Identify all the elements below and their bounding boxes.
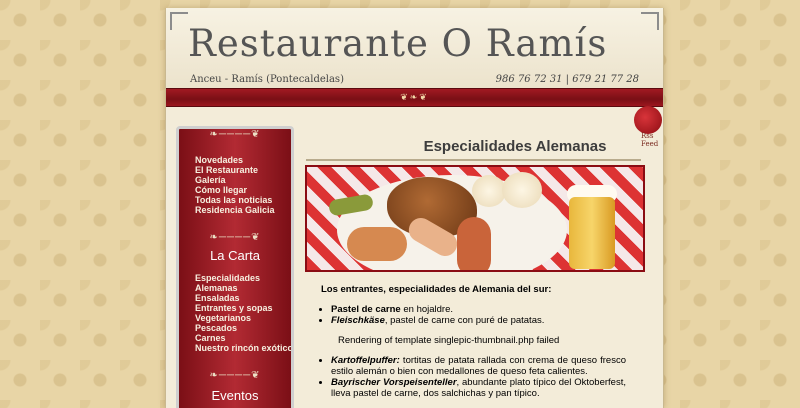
mash-shape [472,175,506,207]
carta-item-vegetarianos[interactable]: Vegetarianos [195,313,291,323]
dish-description: , pastel de carne con puré de patatas. [384,315,545,326]
dish-name: Pastel de carne [331,304,401,315]
menu-item-todas-las-noticias[interactable]: Todas las noticias [195,195,291,205]
rss-feed-icon[interactable] [634,106,662,134]
dish-name: Fleischkäse [331,315,385,326]
gallery-error-message: Rendering of template singlepic-thumbnai… [338,335,560,346]
sidebar-ornament: ❧────❦ [209,129,261,140]
dish-item: Kartoffelpuffer: tortitas de patata rall… [331,355,626,377]
corner-ornament [641,12,659,30]
dish-description: en hojaldre. [400,304,454,315]
carta-item-ensaladas[interactable]: Ensaladas [195,293,291,303]
food-photo [305,165,645,272]
band-ornament: ❦❧❦ [400,92,429,102]
rss-feed-label[interactable]: Rss Feed [641,132,663,148]
carta-heading: La Carta [210,248,260,263]
carta-item-rincon-exotico[interactable]: Nuestro rincón exótico [195,343,291,353]
menu-item-novedades[interactable]: Novedades [195,155,291,165]
menu-item-como-llegar[interactable]: Cómo llegar [195,185,291,195]
main-menu: Novedades El Restaurante Galería Cómo ll… [195,155,291,215]
dish-item: Pastel de carne en hojaldre. [331,304,626,315]
article-content: Los entrantes, especialidades de Alemani… [321,284,626,399]
dish-item: Bayrischer Vorspeisenteller, abundante p… [331,377,626,399]
sausage-shape [347,227,407,261]
page-wrapper: Restaurante O Ramís Anceu - Ramís (Ponte… [165,8,664,408]
carta-section: ❧────❦ La Carta Especialidades Alemanas … [179,232,291,353]
site-subtitle: Anceu - Ramís (Pontecaldelas) [190,74,344,85]
dish-name: Bayrischer Vorspeisenteller [331,377,457,388]
menu-item-residencia-galicia[interactable]: Residencia Galicia [195,205,291,215]
carta-menu: Especialidades Alemanas Ensaladas Entran… [195,273,291,353]
carta-item-especialidades[interactable]: Especialidades [195,273,291,283]
sidebar-ornament: ❧────❦ [209,232,261,243]
dish-item: Fleischkäse, pastel de carne con puré de… [331,315,626,326]
title-divider [306,159,641,161]
carta-item-alemanas[interactable]: Alemanas [195,283,291,293]
site-title[interactable]: Restaurante O Ramís [188,22,607,65]
sausage-shape [457,217,491,270]
carta-item-carnes[interactable]: Carnes [195,333,291,343]
eventos-section: ❧────❦ Eventos [179,370,291,403]
header-band: ❦❧❦ [166,88,663,107]
carta-item-pescados[interactable]: Pescados [195,323,291,333]
menu-item-el-restaurante[interactable]: El Restaurante [195,165,291,175]
carta-item-entrantes-y-sopas[interactable]: Entrantes y sopas [195,303,291,313]
phone-numbers: 986 76 72 31 | 679 21 77 28 [495,74,639,85]
sidebar: ❧────❦ Novedades El Restaurante Galería … [176,126,294,408]
eventos-heading: Eventos [211,388,259,403]
dish-name: Kartoffelpuffer: [331,355,400,366]
dish-list: Pastel de carne en hojaldre. Fleischkäse… [321,304,626,326]
corner-ornament [170,12,188,30]
page-title: Especialidades Alemanas [423,138,607,155]
page: { "header": { "title": "Restaurante O Ra… [0,0,800,408]
beer-glass-shape [569,197,615,269]
dish-list: Kartoffelpuffer: tortitas de patata rall… [321,355,626,399]
sidebar-ornament: ❧────❦ [209,370,261,381]
mash-shape [502,172,542,208]
menu-item-galeria[interactable]: Galería [195,175,291,185]
intro-text: Los entrantes, especialidades de Alemani… [321,284,552,295]
site-header: Restaurante O Ramís Anceu - Ramís (Ponte… [166,8,663,88]
